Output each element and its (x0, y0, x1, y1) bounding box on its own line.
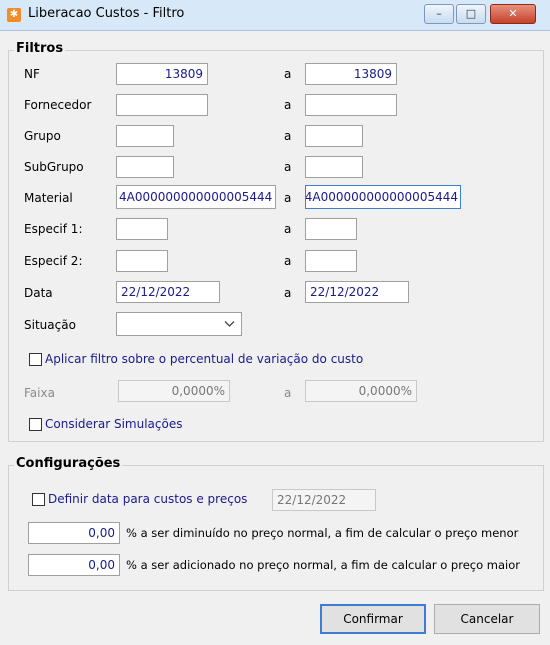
grupo-to-input[interactable] (305, 125, 363, 147)
especif1-from-input[interactable] (116, 218, 168, 240)
definir-data-checkbox-label[interactable]: Definir data para custos e preços (48, 492, 247, 506)
data-from-input[interactable]: 22/12/2022 (116, 281, 220, 303)
percentual-checkbox-label[interactable]: Aplicar filtro sobre o percentual de var… (45, 352, 363, 366)
nf-from-input[interactable]: 13809 (116, 63, 208, 85)
fornecedor-label: Fornecedor (24, 98, 92, 112)
situacao-select[interactable] (116, 312, 242, 336)
maximize-button[interactable]: □ (456, 4, 486, 24)
nf-to-input[interactable]: 13809 (305, 63, 397, 85)
cancelar-button[interactable]: Cancelar (434, 604, 540, 634)
a-label: a (284, 160, 292, 174)
close-button[interactable]: ✕ (490, 4, 536, 24)
adicionado-input[interactable]: 0,00 (28, 554, 120, 576)
simulacoes-checkbox-label[interactable]: Considerar Simulações (45, 417, 182, 431)
especif1-to-input[interactable] (305, 218, 357, 240)
chevron-down-icon (224, 315, 235, 335)
diminuido-label: % a ser diminuído no preço normal, a fim… (126, 526, 519, 540)
a-label: a (284, 98, 292, 112)
fornecedor-to-input[interactable] (305, 94, 397, 116)
minimize-button[interactable]: – (424, 4, 454, 24)
confirmar-button[interactable]: Confirmar (320, 604, 426, 634)
adicionado-label: % a ser adicionado no preço normal, a fi… (126, 558, 521, 572)
especif2-from-input[interactable] (116, 250, 168, 272)
material-from-input[interactable]: 4A000000000000005444 (116, 185, 276, 209)
grupo-from-input[interactable] (116, 125, 174, 147)
a-label: a (284, 191, 292, 205)
a-label: a (284, 67, 292, 81)
material-to-input[interactable]: 4A000000000000005444 (305, 185, 461, 209)
fornecedor-from-input[interactable] (116, 94, 208, 116)
data-to-input[interactable]: 22/12/2022 (305, 281, 409, 303)
especif1-label: Especif 1: (24, 222, 83, 236)
a-label: a (284, 129, 292, 143)
configuracoes-legend: Configurações (14, 456, 123, 471)
especif2-label: Especif 2: (24, 254, 83, 268)
a-label: a (284, 286, 292, 300)
app-logo-icon: ✱ (7, 8, 21, 22)
window-title: Liberacao Custos - Filtro (28, 6, 185, 21)
subgrupo-to-input[interactable] (305, 156, 363, 178)
definir-data-checkbox[interactable] (32, 493, 45, 506)
especif2-to-input[interactable] (305, 250, 357, 272)
a-label: a (284, 254, 292, 268)
subgrupo-label: SubGrupo (24, 160, 84, 174)
material-to-value: 4A000000000000005444 (305, 190, 458, 204)
percentual-checkbox[interactable] (29, 353, 42, 366)
diminuido-input[interactable]: 0,00 (28, 522, 120, 544)
a-label: a (284, 222, 292, 236)
faixa-to-input[interactable]: 0,0000% (305, 380, 417, 402)
title-bar: ✱ Liberacao Custos - Filtro – □ ✕ (0, 0, 550, 31)
data-label: Data (24, 286, 53, 300)
nf-label: NF (24, 67, 40, 81)
situacao-label: Situação (24, 318, 76, 332)
subgrupo-from-input[interactable] (116, 156, 174, 178)
material-label: Material (24, 191, 73, 205)
a-label: a (284, 386, 292, 400)
faixa-label: Faixa (24, 386, 55, 400)
filtros-legend: Filtros (14, 41, 66, 56)
simulacoes-checkbox[interactable] (29, 418, 42, 431)
grupo-label: Grupo (24, 129, 61, 143)
faixa-from-input[interactable]: 0,0000% (118, 380, 230, 402)
definir-data-input[interactable]: 22/12/2022 (272, 489, 376, 511)
